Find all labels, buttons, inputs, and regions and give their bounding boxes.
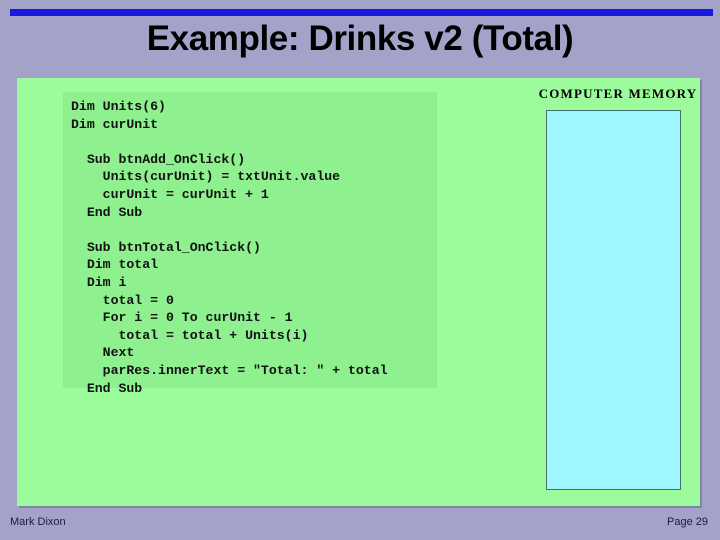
page-title: Example: Drinks v2 (Total) <box>146 19 574 58</box>
code-listing-box: Dim Units(6) Dim curUnit Sub btnAdd_OnCl… <box>63 92 437 396</box>
footer-author: Mark Dixon <box>10 516 66 528</box>
slide-content-panel: Dim Units(6) Dim curUnit Sub btnAdd_OnCl… <box>17 78 700 506</box>
footer-page-number: Page 29 <box>667 516 708 528</box>
title-accent-rule <box>10 9 713 16</box>
computer-memory-box <box>546 110 681 490</box>
code-listing-text: Dim Units(6) Dim curUnit Sub btnAdd_OnCl… <box>71 99 388 396</box>
computer-memory-label: COMPUTER MEMORY <box>538 86 698 101</box>
